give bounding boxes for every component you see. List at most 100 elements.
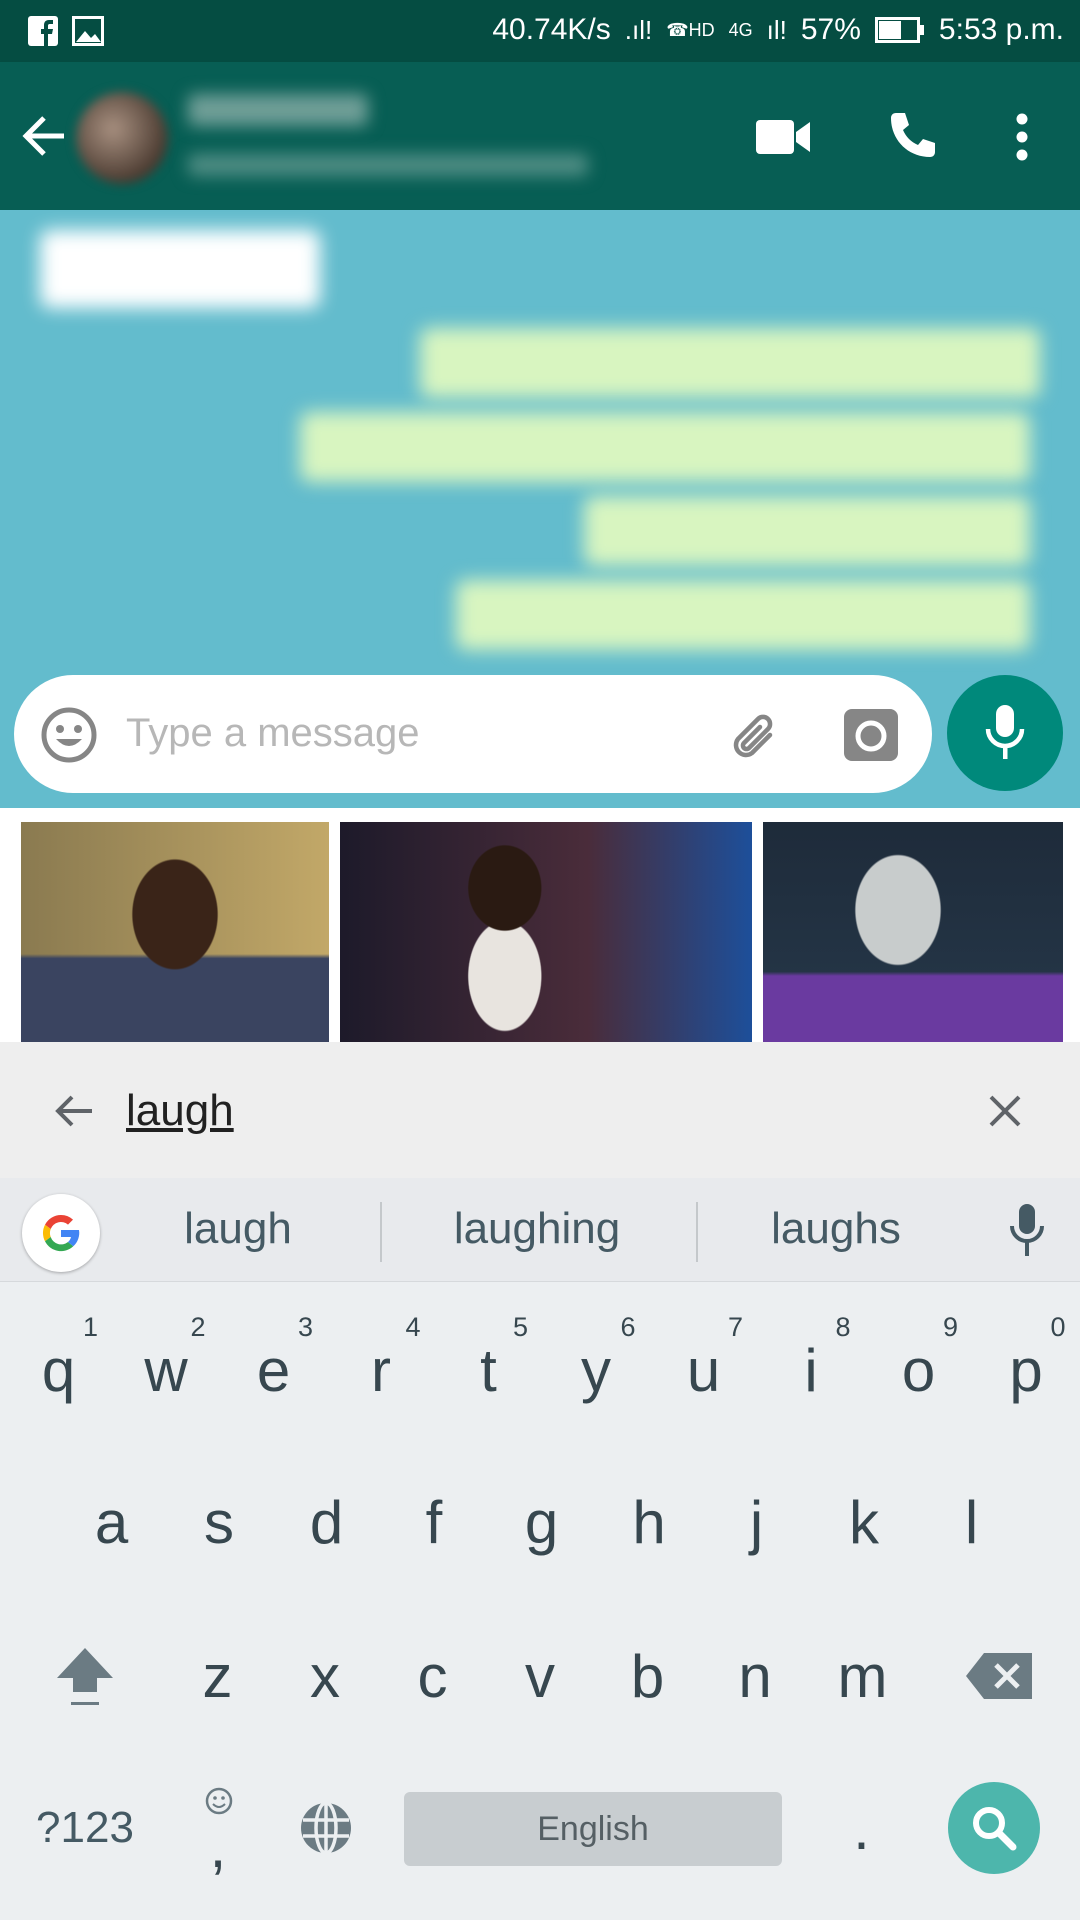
key[interactable]: q1 [5,1294,112,1446]
backspace-icon [966,1653,1032,1699]
key[interactable]: t5 [435,1294,542,1446]
attach-icon[interactable] [726,707,782,763]
key[interactable]: l [918,1446,1025,1598]
phone-icon[interactable] [886,110,938,162]
key-label: c [417,1642,448,1710]
key-hint: 0 [1050,1312,1066,1342]
message-outgoing[interactable] [456,580,1030,650]
shift-key[interactable] [20,1600,150,1752]
symbols-key[interactable]: ?123 [10,1752,160,1904]
emoji-icon[interactable] [40,706,98,764]
message-incoming[interactable] [40,230,320,308]
camera-icon[interactable] [844,709,898,761]
suggestion-strip: laugh laughing laughs [0,1178,1080,1282]
key[interactable]: w2 [113,1294,220,1446]
key-label: p [1009,1336,1043,1404]
contact-name[interactable] [188,94,368,126]
voice-input-icon[interactable] [1008,1202,1046,1260]
language-key[interactable] [272,1752,380,1904]
key[interactable]: v [487,1600,594,1752]
suggestion[interactable]: laugh [118,1204,358,1254]
key[interactable]: b [594,1600,701,1752]
key[interactable]: z [164,1600,271,1752]
backspace-key[interactable] [934,1600,1064,1752]
key[interactable]: o9 [865,1294,972,1446]
key[interactable]: d [273,1446,380,1598]
chat-header [0,62,1080,210]
key[interactable]: n [702,1600,809,1752]
message-outgoing[interactable] [300,412,1030,482]
divider [696,1202,698,1262]
period-key[interactable]: . [808,1752,915,1904]
key-label: f [425,1488,443,1556]
voice-record-button[interactable] [947,675,1063,791]
contact-avatar[interactable] [76,92,168,184]
key-hint: 3 [297,1312,313,1342]
gif-result[interactable] [21,822,329,1042]
shift-icon [57,1648,113,1705]
key[interactable]: y6 [543,1294,650,1446]
search-icon [973,1807,1017,1851]
key-hint: 8 [835,1312,851,1342]
network-type: 4G [728,19,753,40]
keyboard-row-3: z x c v b nm [0,1600,1080,1752]
key-label: e [256,1336,291,1404]
google-logo-icon [42,1215,80,1252]
key[interactable]: u7 [650,1294,757,1446]
network-speed: 40.74K/s [492,13,611,46]
suggestion[interactable]: laughing [417,1204,657,1254]
keyboard-row-2: asdfghjkl [0,1446,1080,1598]
key-label: x [310,1642,340,1710]
back-arrow-icon[interactable] [20,114,66,158]
key-label: m [837,1642,888,1710]
key[interactable]: c [379,1600,486,1752]
key[interactable]: m [809,1600,916,1752]
message-outgoing[interactable] [584,496,1030,566]
divider [380,1202,382,1262]
gif-result[interactable] [340,822,752,1042]
key[interactable]: f [381,1446,488,1598]
microphone-icon [985,705,1025,759]
key-label: l [964,1488,979,1556]
key[interactable]: j [703,1446,810,1598]
key[interactable]: e3 [220,1294,327,1446]
last-seen [188,154,588,176]
key[interactable]: g [488,1446,595,1598]
battery-icon [874,17,924,43]
key-hint: 2 [190,1312,206,1342]
search-key[interactable] [948,1782,1040,1874]
key-hint: 6 [620,1312,636,1342]
key[interactable]: x [272,1600,379,1752]
space-key[interactable]: English [404,1792,782,1866]
key-label: i [804,1336,818,1404]
status-bar: 40.74K/s .ıl! ☎HD 4G ıl! 57% 5:53 p.m. [0,0,1080,62]
key-hint: 5 [512,1312,528,1342]
key[interactable]: p0 [973,1294,1080,1446]
gif-result[interactable] [763,822,1063,1042]
gif-results[interactable] [0,808,1080,1042]
key-label: r [371,1336,391,1404]
key[interactable]: r4 [328,1294,435,1446]
message-composer[interactable]: Type a message [14,675,932,793]
suggestion[interactable]: laughs [716,1204,956,1254]
key-label: n [738,1642,772,1710]
key-hint: 7 [727,1312,743,1342]
video-call-icon[interactable] [756,118,812,156]
key-label: y [581,1336,611,1404]
message-outgoing[interactable] [420,328,1040,398]
key[interactable]: k [811,1446,918,1598]
back-arrow-icon[interactable] [54,1094,94,1128]
message-input[interactable]: Type a message [126,711,420,756]
close-icon[interactable] [988,1094,1022,1128]
key[interactable]: s [166,1446,273,1598]
gif-search-input[interactable]: laugh [126,1086,234,1136]
more-vert-icon[interactable] [1012,112,1032,162]
google-button[interactable] [22,1194,100,1272]
signal-icon: .ıl! [624,14,653,45]
comma-key[interactable]: , [164,1752,272,1904]
key[interactable]: a [58,1446,165,1598]
image-icon [72,16,104,46]
key[interactable]: h [596,1446,703,1598]
key-hint: 4 [405,1312,421,1342]
key[interactable]: i8 [758,1294,865,1446]
